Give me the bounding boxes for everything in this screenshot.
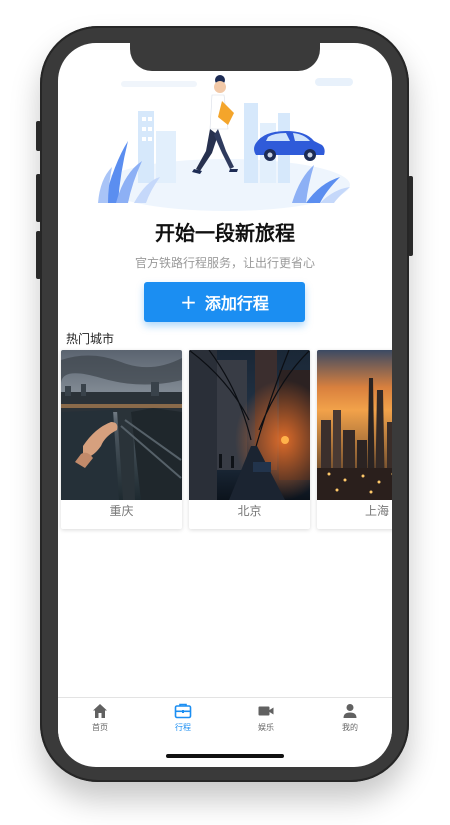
bottom-tab-bar: 首页 行程 娱乐 我的: [58, 697, 392, 746]
hot-cities-carousel[interactable]: 重庆 北京 上海: [61, 350, 392, 530]
plus-icon: +: [180, 290, 197, 314]
briefcase-icon: [174, 703, 192, 719]
shanghai-photo: [317, 350, 392, 500]
tab-trips[interactable]: 行程: [141, 702, 225, 742]
phone-screen: 开始一段新旅程 官方铁路行程服务，让出行更省心 + 添加行程 热门城市 重庆 北…: [58, 43, 392, 767]
hot-cities-label: 热门城市: [66, 332, 115, 346]
tab-profile-label: 我的: [342, 723, 358, 732]
tab-home[interactable]: 首页: [58, 702, 142, 742]
notch: [130, 43, 320, 71]
tab-entertainment[interactable]: 娱乐: [224, 702, 308, 742]
city-name: 北京: [237, 504, 262, 518]
add-trip-button[interactable]: + 添加行程: [144, 282, 305, 322]
video-camera-icon: [258, 706, 274, 716]
tab-profile[interactable]: 我的: [308, 702, 392, 742]
city-name: 重庆: [109, 504, 134, 518]
tab-entertainment-label: 娱乐: [258, 723, 274, 732]
travel-illustration: [98, 75, 353, 211]
tab-home-label: 首页: [92, 723, 108, 732]
tab-trips-label: 行程: [175, 723, 191, 732]
home-icon: [93, 704, 107, 718]
home-indicator: [166, 754, 284, 758]
add-trip-button-label: 添加行程: [204, 294, 269, 313]
city-card-chongqing[interactable]: 重庆: [61, 350, 182, 529]
page-title: 开始一段新旅程: [155, 221, 295, 245]
city-name: 上海: [365, 504, 390, 518]
city-card-beijing[interactable]: 北京: [189, 350, 310, 529]
city-card-shanghai[interactable]: 上海: [317, 350, 392, 529]
user-icon: [343, 704, 357, 718]
beijing-photo: [189, 350, 310, 500]
page-subtitle: 官方铁路行程服务，让出行更省心: [134, 256, 315, 270]
chongqing-photo: [61, 350, 182, 500]
